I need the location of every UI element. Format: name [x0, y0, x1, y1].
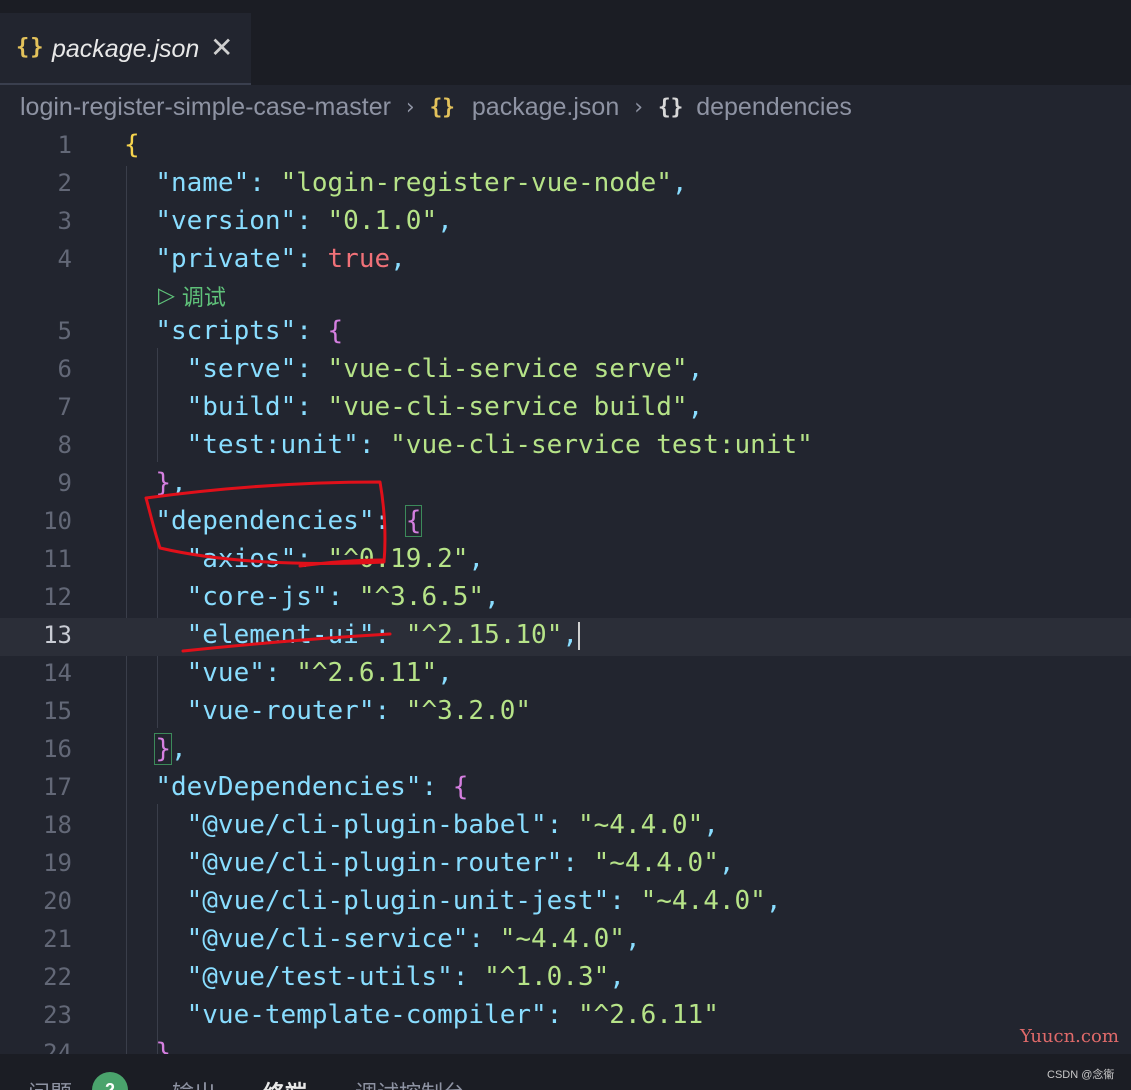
- object-symbol-icon: {}: [657, 95, 684, 120]
- codelens-label: 调试: [181, 286, 226, 311]
- chevron-right-icon: ›: [634, 94, 643, 120]
- code-line: 24 }: [0, 1036, 1131, 1054]
- code-line: 14 "vue": "^2.6.11",: [0, 656, 1131, 694]
- line-text: "dependencies": {: [155, 505, 423, 537]
- line-text: "vue-router": "^3.2.0": [186, 696, 532, 726]
- line-text: "@vue/cli-plugin-babel": "~4.4.0",: [186, 810, 719, 840]
- tab-label: package.json: [52, 35, 200, 63]
- code-line: 12 "core-js": "^3.6.5",: [0, 580, 1131, 618]
- code-line: 15 "vue-router": "^3.2.0": [0, 694, 1131, 732]
- code-line: 23 "vue-template-compiler": "^2.6.11": [0, 998, 1131, 1036]
- json-braces-icon: {}: [16, 35, 45, 60]
- code-line: 18 "@vue/cli-plugin-babel": "~4.4.0",: [0, 808, 1131, 846]
- line-number: 21: [43, 925, 72, 953]
- line-number: 2: [57, 169, 72, 197]
- line-text: "@vue/cli-plugin-unit-jest": "~4.4.0",: [186, 886, 782, 916]
- line-number: 1: [57, 131, 72, 159]
- line-number: 16: [43, 735, 72, 763]
- line-text: "@vue/cli-service": "~4.4.0",: [186, 924, 641, 954]
- line-text: "element-ui": "^2.15.10",: [186, 620, 580, 650]
- code-line: 16 },: [0, 732, 1131, 770]
- line-number: 4: [57, 245, 72, 273]
- tab-package-json[interactable]: {} package.json ✕: [0, 13, 251, 85]
- code-line: 11 "axios": "^0.19.2",: [0, 542, 1131, 580]
- line-number: 6: [57, 355, 72, 383]
- line-text: "axios": "^0.19.2",: [186, 544, 485, 574]
- code-line: 22 "@vue/test-utils": "^1.0.3",: [0, 960, 1131, 998]
- play-outline-icon: ▷: [158, 283, 175, 309]
- code-line: 4 "private": true,: [0, 242, 1131, 280]
- line-text: "test:unit": "vue-cli-service test:unit": [186, 430, 813, 460]
- breadcrumb-file[interactable]: package.json: [472, 93, 619, 121]
- line-number: 10: [43, 507, 72, 535]
- code-line: 19 "@vue/cli-plugin-router": "~4.4.0",: [0, 846, 1131, 884]
- code-line: 6 "serve": "vue-cli-service serve",: [0, 352, 1131, 390]
- code-line: 17 "devDependencies": {: [0, 770, 1131, 808]
- line-number: 19: [43, 849, 72, 877]
- code-line: 1 {: [0, 128, 1131, 166]
- line-number: 13: [43, 621, 72, 649]
- watermark-credit: CSDN @念衞: [1047, 1069, 1115, 1081]
- code-editor[interactable]: 1 { 2 "name": "login-register-vue-node",…: [0, 128, 1131, 1054]
- line-number: 12: [43, 583, 72, 611]
- code-line: 7 "build": "vue-cli-service build",: [0, 390, 1131, 428]
- line-number: 24: [43, 1039, 72, 1054]
- line-number: 11: [43, 545, 72, 573]
- watermark-site: Yuucn.com: [1020, 1026, 1119, 1047]
- json-braces-icon: {}: [429, 95, 455, 120]
- line-number: 15: [43, 697, 72, 725]
- code-line-current: 13 "element-ui": "^2.15.10",: [0, 618, 1131, 656]
- line-text: },: [154, 733, 187, 765]
- line-number: 14: [43, 659, 72, 687]
- line-text: "core-js": "^3.6.5",: [186, 582, 500, 612]
- editor-tab-bar: {} package.json ✕: [0, 13, 1131, 85]
- code-line: 3 "version": "0.1.0",: [0, 204, 1131, 242]
- close-icon[interactable]: ✕: [210, 31, 233, 64]
- debug-codelens[interactable]: ▷ 调试: [158, 280, 226, 312]
- line-text: "@vue/test-utils": "^1.0.3",: [186, 962, 625, 992]
- line-text: "version": "0.1.0",: [155, 206, 453, 236]
- line-number: 3: [57, 207, 72, 235]
- line-text: "vue": "^2.6.11",: [186, 658, 453, 688]
- title-strip: [0, 0, 1131, 13]
- tab-terminal[interactable]: 终端: [263, 1076, 307, 1090]
- breadcrumb: login-register-simple-case-master › {} p…: [20, 92, 852, 126]
- tab-output[interactable]: 输出: [172, 1076, 216, 1090]
- code-line: 9 },: [0, 466, 1131, 504]
- chevron-right-icon: ›: [405, 94, 415, 120]
- code-line: 21 "@vue/cli-service": "~4.4.0",: [0, 922, 1131, 960]
- line-text: "scripts": {: [155, 316, 344, 346]
- line-number: 22: [43, 963, 72, 991]
- line-number: 23: [43, 1001, 72, 1029]
- code-line: 2 "name": "login-register-vue-node",: [0, 166, 1131, 204]
- tab-debug-console[interactable]: 调试控制台: [355, 1076, 465, 1090]
- breadcrumb-folder[interactable]: login-register-simple-case-master: [20, 93, 391, 121]
- tab-problems[interactable]: 问题: [28, 1076, 72, 1090]
- line-text: "devDependencies": {: [155, 772, 469, 802]
- line-number: 5: [57, 317, 72, 345]
- line-text: "name": "login-register-vue-node",: [155, 168, 688, 198]
- line-number: 20: [43, 887, 72, 915]
- line-text: }: [155, 1038, 171, 1054]
- line-text: {: [124, 130, 140, 160]
- code-line: 20 "@vue/cli-plugin-unit-jest": "~4.4.0"…: [0, 884, 1131, 922]
- code-line: 10 "dependencies": {: [0, 504, 1131, 542]
- line-text: "private": true,: [155, 244, 406, 274]
- line-text: "@vue/cli-plugin-router": "~4.4.0",: [186, 848, 735, 878]
- line-number: 9: [57, 469, 72, 497]
- text-cursor: [578, 621, 580, 650]
- code-line: 5 "scripts": {: [0, 314, 1131, 352]
- line-text: "serve": "vue-cli-service serve",: [186, 354, 704, 384]
- line-number: 8: [57, 431, 72, 459]
- line-number: 18: [43, 811, 72, 839]
- breadcrumb-symbol[interactable]: dependencies: [696, 93, 852, 121]
- problems-count-badge: 2: [92, 1072, 128, 1090]
- bottom-panel-tabs: 问题 2 输出 终端 调试控制台: [0, 1054, 1131, 1090]
- line-number: 17: [43, 773, 72, 801]
- line-text: "build": "vue-cli-service build",: [186, 392, 704, 422]
- line-text: },: [155, 468, 187, 498]
- line-text: "vue-template-compiler": "^2.6.11": [186, 1000, 719, 1030]
- code-line: 8 "test:unit": "vue-cli-service test:uni…: [0, 428, 1131, 466]
- line-number: 7: [57, 393, 72, 421]
